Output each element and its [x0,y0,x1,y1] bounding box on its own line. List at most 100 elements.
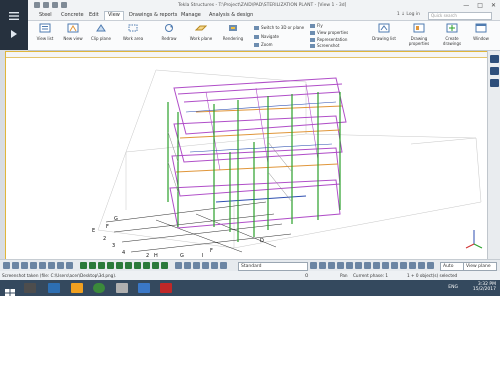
tool-d-icon[interactable] [202,262,209,269]
navigate-button[interactable]: Navigate [254,34,279,39]
tool-s-icon[interactable] [418,262,425,269]
applications-panel-icon[interactable] [490,79,499,87]
open-icon[interactable] [61,2,67,8]
language-indicator[interactable]: ENG [448,285,458,290]
representation-button[interactable]: Representation [310,37,347,42]
tool-e-icon[interactable] [211,262,218,269]
menu-edit[interactable]: Edit [86,12,102,18]
drawing-list-button[interactable]: Drawing list [368,23,400,41]
plane-select[interactable]: View plane [463,262,497,271]
close-button[interactable]: ✕ [491,2,496,9]
snap-geometry-icon[interactable] [89,262,96,269]
snap-perpendicular-icon[interactable] [143,262,150,269]
snap-nearest-icon[interactable] [98,262,105,269]
menu-concrete[interactable]: Concrete [58,12,87,18]
tool-f-icon[interactable] [220,262,227,269]
tool-p-icon[interactable] [391,262,398,269]
work-plane-button[interactable]: Work plane [188,23,214,41]
switch-3d-plane-button[interactable]: Switch to 3D or plane [254,25,304,30]
work-area-button[interactable]: Work area [120,23,146,41]
grid-label: E [92,228,95,234]
fly-button[interactable]: Fly [310,23,323,28]
status-current-phase: Current phase: 1 [353,273,389,278]
clip-plane-button[interactable]: Clip plane [88,23,114,41]
clock-date[interactable]: 15/2/2017 [473,287,496,292]
select-welds-icon[interactable] [21,262,28,269]
rendering-button[interactable]: Rendering [220,23,246,41]
snap-intersection-icon[interactable] [134,262,141,269]
zoom-button[interactable]: Zoom [254,42,273,47]
tool-c-icon[interactable] [193,262,200,269]
tool-i-icon[interactable] [328,262,335,269]
tool-j-icon[interactable] [337,262,344,269]
snap-ref-lines-icon[interactable] [80,262,87,269]
properties-panel-icon[interactable] [490,55,499,63]
tool-k-icon[interactable] [346,262,353,269]
menu-steel[interactable]: Steel [36,12,55,18]
grid-label: G [114,216,118,222]
view-list-button[interactable]: View list [32,23,58,41]
dropbox-icon[interactable] [138,283,150,293]
login-label[interactable]: 1 ↓ Log in [397,12,420,17]
model-view-3d[interactable]: G F E 2 3 4 2 H G I F D [5,51,488,261]
menu-manage[interactable]: Manage [178,12,204,18]
redraw-button[interactable]: Redraw [156,23,182,41]
video-app-icon[interactable] [24,283,36,293]
tool-q-icon[interactable] [400,262,407,269]
selection-filter-select[interactable]: Standard [238,262,308,271]
drawing-properties-button[interactable]: Drawing properties [402,23,436,46]
switch-3d-icon [254,25,259,30]
redo-icon[interactable] [52,2,58,8]
window-controls: — □ ✕ [463,2,496,9]
tool-b-icon[interactable] [184,262,191,269]
menu-icon[interactable] [8,6,20,20]
snap-midpoint-icon[interactable] [116,262,123,269]
tool-h-icon[interactable] [319,262,326,269]
select-parts-icon[interactable] [12,262,19,269]
tekla-app-icon[interactable] [160,283,172,293]
snap-endpoint-icon[interactable] [107,262,114,269]
snap-center-icon[interactable] [125,262,132,269]
snap-line-extension-icon[interactable] [152,262,159,269]
create-drawings-icon [446,23,458,33]
quick-search-input[interactable]: Quick search [428,12,492,20]
file-explorer-icon[interactable] [48,283,60,293]
tool-t-icon[interactable] [427,262,434,269]
representation-icon [310,37,315,42]
select-grids-icon[interactable] [39,262,46,269]
snap-depth-select[interactable]: Auto [440,262,464,271]
menu-drawings-reports[interactable]: Drawings & reports [126,12,180,18]
new-view-button[interactable]: New view [60,23,86,41]
tool-a-icon[interactable] [175,262,182,269]
select-planes-icon[interactable] [57,262,64,269]
save-icon[interactable] [34,2,40,8]
chrome-icon[interactable] [93,283,105,293]
snap-any-icon[interactable] [161,262,168,269]
create-drawings-button[interactable]: Create drawings [436,23,468,46]
tool-l-icon[interactable] [355,262,362,269]
select-icon[interactable] [3,262,10,269]
minimize-button[interactable]: — [463,2,469,9]
select-bolts-icon[interactable] [30,262,37,269]
select-points-icon[interactable] [48,262,55,269]
undo-icon[interactable] [43,2,49,8]
tool-r-icon[interactable] [409,262,416,269]
tool-m-icon[interactable] [364,262,371,269]
window-button[interactable]: Window [468,23,494,41]
tool-n-icon[interactable] [373,262,380,269]
menu-analysis-design[interactable]: Analysis & design [206,12,256,18]
maximize-button[interactable]: □ [477,2,483,9]
catalog-panel-icon[interactable] [490,67,499,75]
menu-view[interactable]: View [104,11,124,20]
expand-arrow-icon[interactable] [8,24,20,38]
folder-icon[interactable] [116,283,128,293]
start-icon[interactable] [4,283,16,297]
tool-g-icon[interactable] [310,262,317,269]
select-assembly-icon[interactable] [66,262,73,269]
left-side-panel [0,0,28,50]
screenshot-button[interactable]: Screenshot [310,43,339,48]
view-properties-button[interactable]: View properties [310,30,348,35]
tool-o-icon[interactable] [382,262,389,269]
zoom-icon [254,42,259,47]
firefox-icon[interactable] [71,283,83,293]
